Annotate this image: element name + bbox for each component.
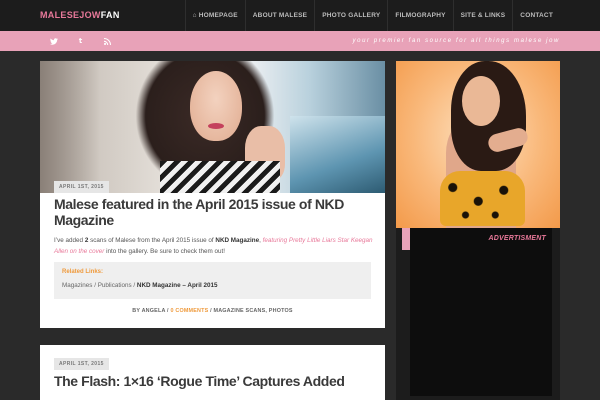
excerpt-text: into the gallery. Be sure to check them … <box>104 248 226 255</box>
related-links-title: Related Links: <box>62 269 104 275</box>
home-icon: ⌂ <box>192 12 197 19</box>
related-links-path: Magazines / Publications / NKD Magazine … <box>62 282 218 289</box>
excerpt-magazine: NKD Magazine <box>215 237 260 244</box>
nav-item-label: FILMOGRAPHY <box>395 12 446 19</box>
blog-post: APRIL 1ST, 2015 Malese featured in the A… <box>40 61 385 328</box>
nav-item-homepage[interactable]: ⌂ HOMEPAGE <box>184 0 245 31</box>
tumblr-glyph: t <box>78 37 83 45</box>
site-logo[interactable]: MALESEJOWFAN <box>40 10 120 20</box>
advertisement-box[interactable]: ADVERTISMENT <box>410 228 552 396</box>
excerpt-text: I’ve added <box>54 237 85 244</box>
post-date-badge: APRIL 1ST, 2015 <box>54 181 109 193</box>
comments-link[interactable]: 0 COMMENTS <box>170 308 208 314</box>
nav-item-about[interactable]: ABOUT MALESE <box>244 0 314 31</box>
post-excerpt: I’ve added 2 scans of Malese from the Ap… <box>54 235 374 257</box>
logo-text-pink: MALESEJOW <box>40 10 101 20</box>
top-navigation-bar: MALESEJOWFAN ⌂ HOMEPAGE ABOUT MALESE PHO… <box>0 0 600 31</box>
social-links: t <box>40 31 121 51</box>
related-category[interactable]: Magazines / Publications / <box>62 282 137 289</box>
nav-item-label: PHOTO GALLERY <box>322 12 381 19</box>
hero-face <box>190 71 242 141</box>
nav-item-label: ABOUT MALESE <box>252 12 308 19</box>
main-menu: ⌂ HOMEPAGE ABOUT MALESE PHOTO GALLERY FI… <box>184 0 560 31</box>
post-meta: BY ANGELA / 0 COMMENTS / MAGAZINE SCANS,… <box>40 308 385 314</box>
sidebar-featured-photo[interactable] <box>396 61 560 228</box>
blog-post: APRIL 1ST, 2015 The Flash: 1×16 ‘Rogue T… <box>40 345 385 400</box>
nav-item-label: HOMEPAGE <box>198 12 238 19</box>
photo-face <box>462 76 500 126</box>
post-title[interactable]: Malese featured in the April 2015 issue … <box>54 196 374 228</box>
nav-item-label: SITE & LINKS <box>460 12 506 19</box>
hero-striped-top <box>160 161 280 193</box>
post-categories[interactable]: / MAGAZINE SCANS, PHOTOS <box>208 308 292 314</box>
hero-background-shade <box>40 61 100 193</box>
nav-item-filmography[interactable]: FILMOGRAPHY <box>387 0 452 31</box>
advertisement-label: ADVERTISMENT <box>488 235 546 242</box>
related-album-link[interactable]: NKD Magazine – April 2015 <box>137 282 218 289</box>
post-date-badge: APRIL 1ST, 2015 <box>54 358 109 370</box>
post-author[interactable]: BY ANGELA / <box>132 308 170 314</box>
post-title[interactable]: The Flash: 1×16 ‘Rogue Time’ Captures Ad… <box>54 373 374 389</box>
nav-item-contact[interactable]: CONTACT <box>512 0 560 31</box>
related-links-box: Related Links: Magazines / Publications … <box>54 262 371 299</box>
logo-text-white: FAN <box>100 10 120 20</box>
nav-item-site-links[interactable]: SITE & LINKS <box>452 0 513 31</box>
post-featured-image[interactable] <box>40 61 385 193</box>
tumblr-icon[interactable]: t <box>67 31 94 51</box>
excerpt-text: scans of Malese from the April 2015 issu… <box>88 237 216 244</box>
site-tagline: your premier fan source for all things m… <box>352 38 560 44</box>
nav-item-label: CONTACT <box>520 12 553 19</box>
nav-item-photo-gallery[interactable]: PHOTO GALLERY <box>314 0 387 31</box>
social-bar: t your premier fan source for all things… <box>0 31 600 51</box>
twitter-icon[interactable] <box>40 31 67 51</box>
rss-icon[interactable] <box>94 31 121 51</box>
hero-pool-water <box>290 116 385 193</box>
hero-lips <box>208 123 224 129</box>
ad-accent-tab <box>402 228 410 250</box>
photo-leopard-top <box>440 171 525 226</box>
